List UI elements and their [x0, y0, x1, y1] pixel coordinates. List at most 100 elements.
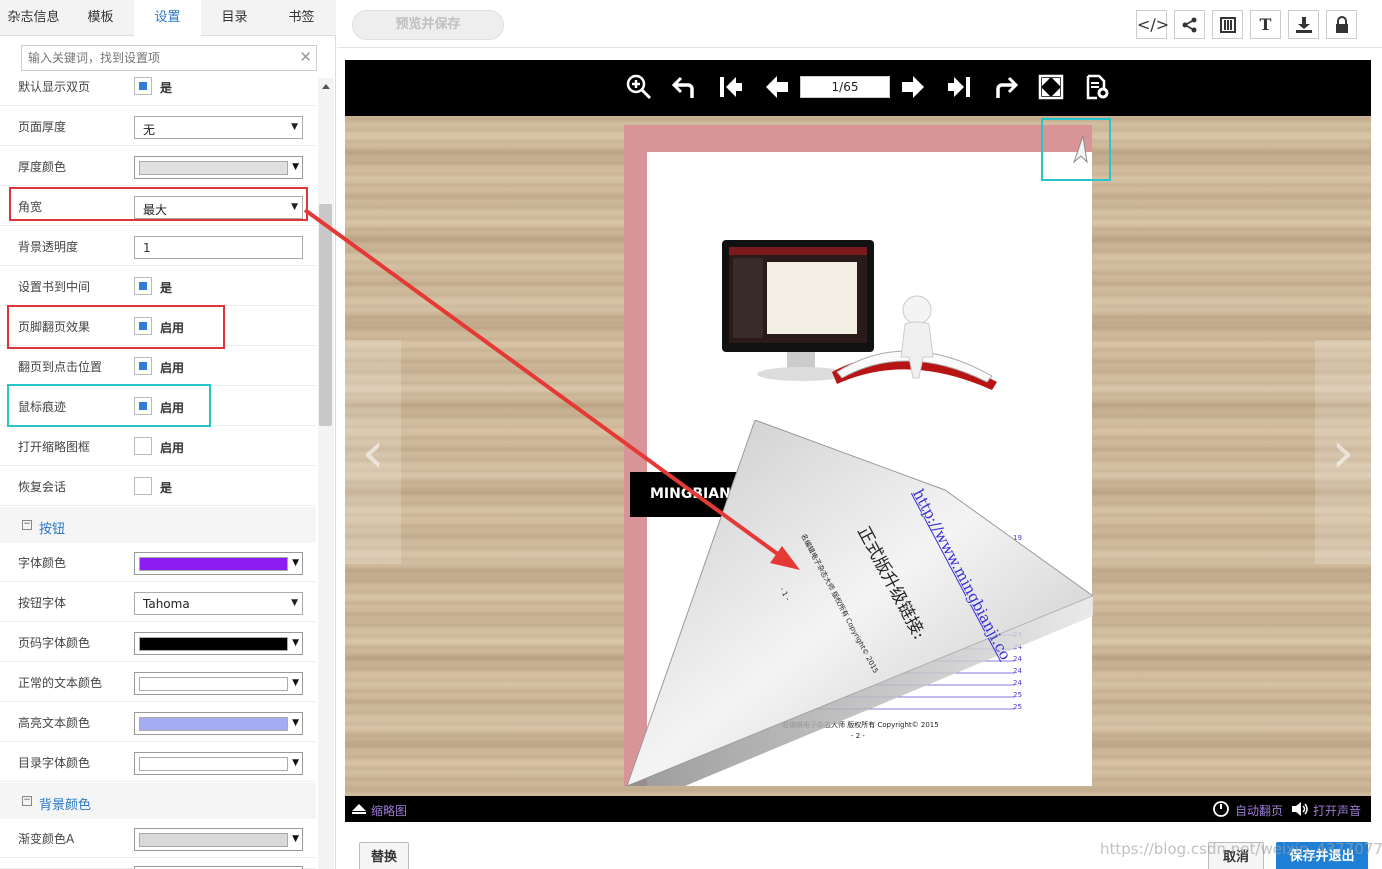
page-settings-icon[interactable]	[1083, 74, 1111, 102]
setting-label: 正常的文本颜色	[18, 676, 103, 690]
undo-icon[interactable]	[671, 74, 699, 102]
double-page-checkbox[interactable]	[134, 77, 152, 95]
setting-gradient-b	[0, 858, 316, 869]
tab-magazine-info[interactable]: 杂志信息	[0, 0, 67, 36]
left-nav-icon[interactable]: ‹	[345, 340, 401, 564]
tab-template[interactable]: 模板	[67, 0, 134, 36]
toc-font-color-picker[interactable]: ▼	[134, 752, 303, 775]
scroll-up-icon[interactable]	[322, 84, 330, 89]
next-page-icon[interactable]	[899, 74, 927, 102]
replace-button[interactable]: 替换	[359, 842, 409, 869]
setting-label: 设置书到中间	[18, 280, 91, 294]
setting-page-thickness: 页面厚度 无 ▼	[0, 106, 316, 146]
setting-double-page: 默认显示双页 是	[0, 66, 316, 106]
font-color-picker[interactable]: ▼	[134, 552, 303, 575]
scroll-thumb[interactable]	[319, 204, 332, 426]
eject-icon[interactable]	[351, 803, 367, 815]
color-swatch	[139, 161, 288, 175]
chevron-down-icon: ▼	[292, 718, 299, 728]
input-value: 1	[143, 241, 151, 255]
button-font-select[interactable]: Tahoma ▼	[134, 592, 303, 615]
chevron-down-icon: ▼	[292, 638, 299, 648]
thickness-color-picker[interactable]: ▼	[134, 156, 303, 179]
chevron-down-icon: ▼	[292, 678, 299, 688]
setting-label: 目录字体颜色	[18, 756, 91, 770]
button-section-header[interactable]: − 按钮	[0, 507, 316, 543]
page-indicator[interactable]: 1/65	[800, 76, 890, 98]
sound-icon[interactable]	[1291, 801, 1309, 817]
setting-font-color: 字体颜色 ▼	[0, 542, 316, 582]
highlight-corner-width	[9, 187, 308, 221]
settings-panel: 杂志信息 模板 设置 目录 书签 ✕ 默认显示双页 是 页面厚度 无▼ 厚度颜色…	[0, 0, 336, 869]
clear-icon[interactable]: ✕	[299, 48, 312, 66]
highlight-mouse-trail	[7, 384, 211, 427]
thumb-frame-checkbox[interactable]	[134, 437, 152, 455]
color-swatch	[139, 833, 288, 847]
tab-settings[interactable]: 设置	[134, 0, 201, 36]
color-swatch	[139, 677, 288, 691]
first-page-icon[interactable]	[717, 74, 745, 102]
thumbnails-link[interactable]: 缩略图	[371, 802, 407, 819]
lock-icon[interactable]	[1326, 10, 1357, 39]
normal-text-color-picker[interactable]: ▼	[134, 672, 303, 695]
share-icon[interactable]	[1174, 10, 1205, 39]
download-icon[interactable]	[1288, 10, 1319, 39]
checkbox-text: 是	[160, 481, 173, 495]
scrollbar[interactable]	[318, 78, 334, 869]
bg-section-header[interactable]: − 背景颜色	[0, 783, 316, 819]
restore-checkbox[interactable]	[134, 477, 152, 495]
viewer-toolbar: 1/65	[345, 60, 1371, 116]
setting-button-font: 按钮字体 Tahoma ▼	[0, 582, 316, 622]
fullscreen-icon[interactable]	[1037, 74, 1065, 102]
checkbox-text: 是	[160, 81, 173, 95]
highlight-text-color-picker[interactable]: ▼	[134, 712, 303, 735]
setting-restore: 恢复会话 是	[0, 466, 316, 506]
flip-click-checkbox[interactable]	[134, 357, 152, 375]
setting-highlight-text-color: 高亮文本颜色 ▼	[0, 702, 316, 742]
setting-label: 按钮字体	[18, 596, 67, 610]
layout-icon[interactable]	[1212, 10, 1243, 39]
setting-label: 背景透明度	[18, 240, 79, 254]
page-curl[interactable]	[625, 420, 1093, 787]
setting-flip-click: 翻页到点击位置 启用	[0, 346, 316, 386]
highlight-footer-flip	[7, 305, 225, 349]
setting-label: 默认显示双页	[18, 80, 91, 94]
setting-label: 恢复会话	[18, 480, 67, 494]
setting-normal-text-color: 正常的文本颜色 ▼	[0, 662, 316, 702]
color-swatch	[139, 557, 288, 571]
center-book-checkbox[interactable]	[134, 277, 152, 295]
setting-label: 页码字体颜色	[18, 636, 91, 650]
color-swatch	[139, 637, 288, 651]
checkbox-text: 启用	[160, 441, 185, 455]
setting-page-font-color: 页码字体颜色 ▼	[0, 622, 316, 662]
gradient-a-color-picker[interactable]: ▼	[134, 828, 303, 851]
checkbox-text: 是	[160, 281, 173, 295]
redo-icon[interactable]	[991, 74, 1019, 102]
auto-flip-link[interactable]: 自动翻页	[1235, 802, 1283, 819]
last-page-icon[interactable]	[945, 74, 973, 102]
tab-bookmarks[interactable]: 书签	[268, 0, 335, 36]
section-title: 背景颜色	[39, 798, 92, 813]
watermark: https://blog.csdn.net/weixin_43770771	[1100, 840, 1382, 858]
zoom-in-icon[interactable]	[625, 74, 653, 102]
page-thickness-select[interactable]: 无 ▼	[134, 116, 303, 139]
right-nav-icon[interactable]: ›	[1315, 340, 1371, 564]
chevron-down-icon: ▼	[292, 758, 299, 768]
auto-flip-icon[interactable]	[1213, 801, 1229, 817]
collapse-icon[interactable]: −	[22, 796, 32, 806]
page-font-color-picker[interactable]: ▼	[134, 632, 303, 655]
text-icon[interactable]: T	[1250, 10, 1281, 39]
tab-toc[interactable]: 目录	[201, 0, 268, 36]
bg-opacity-input[interactable]: 1	[134, 236, 303, 259]
wood-background: ‹ › 19 24 24 24 25 25 名编辑电子杂志大师 版权所有 Cop…	[345, 116, 1371, 796]
prev-page-icon[interactable]	[763, 74, 791, 102]
collapse-icon[interactable]: −	[22, 520, 32, 530]
sound-link[interactable]: 打开声音	[1313, 802, 1361, 819]
preview-save-button[interactable]: 预览并保存	[352, 10, 504, 40]
chevron-down-icon: ▼	[292, 558, 299, 568]
code-icon[interactable]: </>	[1136, 10, 1169, 39]
select-value: Tahoma	[143, 597, 190, 611]
setting-label: 高亮文本颜色	[18, 716, 91, 730]
viewer-footer: 缩略图 自动翻页 打开声音	[345, 796, 1371, 822]
setting-toc-font-color: 目录字体颜色 ▼	[0, 742, 316, 782]
